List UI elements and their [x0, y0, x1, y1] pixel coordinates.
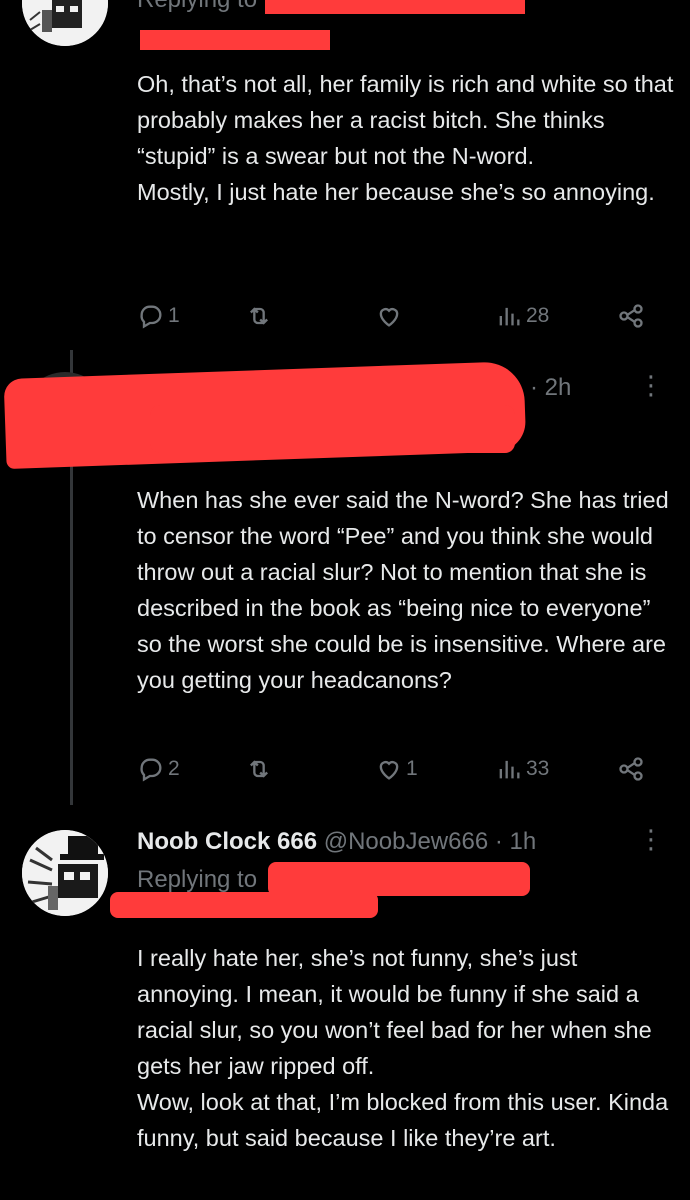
tweet-paragraph: Oh, that’s not all, her family is rich a… [137, 71, 674, 169]
tweet-paragraph: Wow, look at that, I’m blocked from this… [137, 1089, 669, 1151]
reply-count: 2 [168, 757, 180, 780]
views-button[interactable]: 28 [495, 302, 549, 330]
views-count: 33 [526, 757, 550, 780]
more-icon: ⋮ [638, 824, 664, 854]
handle[interactable]: @NoobJew666 [324, 828, 488, 855]
share-icon [619, 757, 643, 781]
redaction [150, 405, 515, 453]
tweet-body: When has she ever said the N-word? She h… [137, 482, 677, 698]
tweet-body: I really hate her, she’s not funny, she’… [137, 940, 677, 1156]
display-name[interactable]: Noob Clock 666 [137, 828, 317, 855]
views-icon [499, 760, 520, 779]
tweet-1[interactable]: Replying to Oh, that’s not all, her fami… [0, 0, 690, 350]
share-button[interactable] [617, 302, 645, 330]
tweet-3[interactable]: Noob Clock 666 @NoobJew666 · 1h ⋮ Replyi… [0, 810, 690, 1200]
share-button[interactable] [617, 755, 645, 783]
tweet-paragraph: I really hate her, she’s not funny, she’… [137, 945, 652, 1079]
views-icon [499, 307, 520, 326]
views-button[interactable]: 33 [495, 755, 549, 783]
like-count: 1 [406, 757, 418, 780]
tweet-header: Noob Clock 666 @NoobJew666 · 1h [137, 828, 536, 856]
redaction [268, 862, 530, 896]
tweet-header: · 2h [530, 374, 571, 402]
tweet-paragraph: Mostly, I just hate her because she’s so… [137, 179, 655, 205]
redaction [140, 30, 330, 50]
timestamp[interactable]: · 2h [530, 374, 571, 401]
share-icon [619, 304, 643, 328]
avatar[interactable] [22, 0, 108, 46]
redaction [265, 0, 525, 14]
like-icon [379, 761, 399, 780]
reply-count: 1 [168, 304, 180, 327]
avatar[interactable] [22, 830, 108, 916]
replying-to-label: Replying to [137, 866, 258, 893]
retweet-icon [250, 760, 268, 778]
replying-to-label: Replying to [137, 0, 257, 14]
more-button[interactable]: ⋮ [638, 824, 664, 855]
tweet-actions: 2 1 33 [137, 755, 657, 791]
views-count: 28 [526, 304, 550, 327]
like-button[interactable] [375, 302, 403, 330]
reply-button[interactable]: 1 [137, 302, 180, 330]
more-icon: ⋮ [638, 370, 664, 400]
timestamp[interactable]: · 1h [495, 828, 536, 855]
redaction [110, 892, 378, 918]
tweet-paragraph: When has she ever said the N-word? She h… [137, 487, 669, 693]
tweet-actions: 1 28 [137, 302, 657, 338]
retweet-icon [250, 307, 268, 325]
tweet-body: Oh, that’s not all, her family is rich a… [137, 66, 677, 210]
like-button[interactable]: 1 [375, 755, 418, 783]
tweet-2[interactable]: · 2h ⋮ When has she ever said the N-word… [0, 350, 690, 805]
retweet-button[interactable] [245, 302, 273, 330]
reply-button[interactable]: 2 [137, 755, 180, 783]
reply-icon [140, 305, 162, 329]
retweet-button[interactable] [245, 755, 273, 783]
reply-icon [140, 758, 162, 782]
more-button[interactable]: ⋮ [638, 370, 664, 401]
like-icon [379, 308, 399, 327]
